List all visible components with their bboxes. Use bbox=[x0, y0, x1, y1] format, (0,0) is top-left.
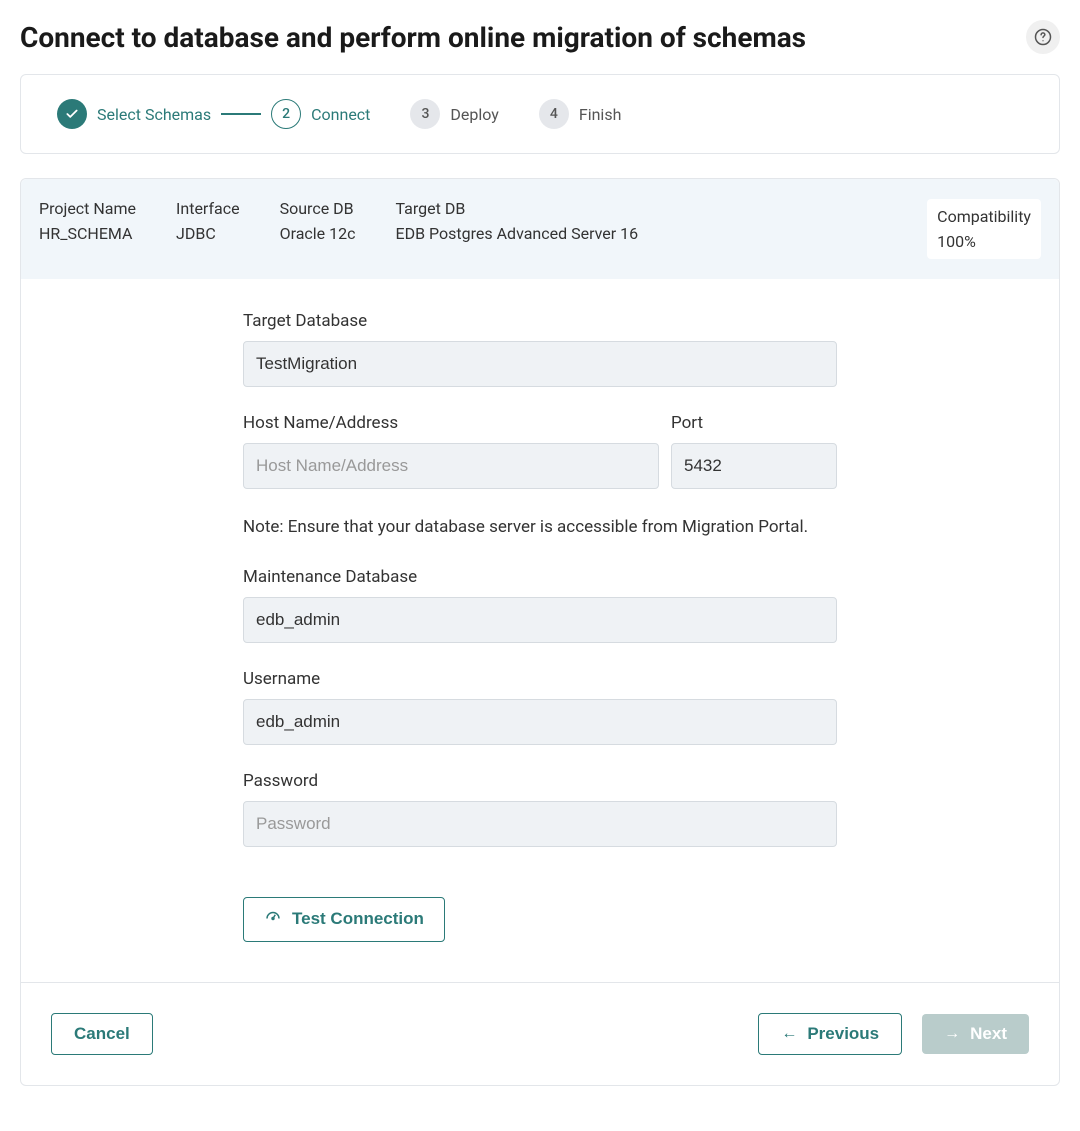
check-icon bbox=[57, 99, 87, 129]
username-input[interactable] bbox=[243, 699, 837, 745]
step-label: Connect bbox=[311, 105, 370, 124]
gauge-icon bbox=[264, 908, 282, 931]
summary-value: JDBC bbox=[176, 224, 240, 243]
summary-project-name: Project Name HR_SCHEMA bbox=[39, 199, 136, 259]
next-button[interactable]: → Next bbox=[922, 1014, 1029, 1054]
summary-bar: Project Name HR_SCHEMA Interface JDBC So… bbox=[21, 179, 1059, 279]
cancel-label: Cancel bbox=[74, 1024, 130, 1044]
step-label: Deploy bbox=[450, 105, 498, 124]
test-connection-button[interactable]: Test Connection bbox=[243, 897, 445, 942]
summary-source-db: Source DB Oracle 12c bbox=[280, 199, 356, 259]
step-select-schemas[interactable]: Select Schemas bbox=[57, 99, 211, 129]
summary-compatibility: Compatibility 100% bbox=[927, 199, 1041, 259]
help-icon[interactable] bbox=[1026, 20, 1060, 54]
note-text: Note: Ensure that your database server i… bbox=[243, 515, 837, 541]
previous-button[interactable]: ← Previous bbox=[758, 1013, 902, 1055]
step-label: Finish bbox=[579, 105, 622, 124]
summary-label: Project Name bbox=[39, 199, 136, 218]
summary-value: HR_SCHEMA bbox=[39, 224, 136, 243]
step-deploy: 3 Deploy bbox=[410, 99, 498, 129]
step-number: 4 bbox=[539, 99, 569, 129]
maintenance-database-input[interactable] bbox=[243, 597, 837, 643]
footer-actions: Cancel ← Previous → Next bbox=[21, 982, 1059, 1085]
step-number: 3 bbox=[410, 99, 440, 129]
username-label: Username bbox=[243, 669, 837, 689]
cancel-button[interactable]: Cancel bbox=[51, 1013, 153, 1055]
step-finish: 4 Finish bbox=[539, 99, 622, 129]
step-label: Select Schemas bbox=[97, 105, 211, 124]
previous-label: Previous bbox=[807, 1024, 879, 1044]
summary-label: Compatibility bbox=[937, 207, 1031, 226]
password-input[interactable] bbox=[243, 801, 837, 847]
host-input[interactable] bbox=[243, 443, 659, 489]
summary-value: EDB Postgres Advanced Server 16 bbox=[396, 224, 639, 243]
summary-label: Source DB bbox=[280, 199, 356, 218]
summary-target-db: Target DB EDB Postgres Advanced Server 1… bbox=[396, 199, 639, 259]
maintenance-database-label: Maintenance Database bbox=[243, 567, 837, 587]
summary-value: 100% bbox=[937, 232, 1031, 251]
next-label: Next bbox=[970, 1024, 1007, 1044]
password-label: Password bbox=[243, 771, 837, 791]
page-title: Connect to database and perform online m… bbox=[20, 21, 806, 54]
test-connection-label: Test Connection bbox=[292, 909, 424, 929]
host-label: Host Name/Address bbox=[243, 413, 659, 433]
summary-value: Oracle 12c bbox=[280, 224, 356, 243]
step-number: 2 bbox=[271, 99, 301, 129]
stepper-card: Select Schemas 2 Connect 3 Deploy 4 Fini… bbox=[20, 74, 1060, 154]
arrow-left-icon: ← bbox=[781, 1025, 797, 1043]
port-input[interactable] bbox=[671, 443, 837, 489]
summary-label: Interface bbox=[176, 199, 240, 218]
summary-label: Target DB bbox=[396, 199, 639, 218]
target-database-label: Target Database bbox=[243, 311, 837, 331]
main-card: Project Name HR_SCHEMA Interface JDBC So… bbox=[20, 178, 1060, 1086]
step-connect[interactable]: 2 Connect bbox=[271, 99, 370, 129]
step-connector bbox=[221, 113, 261, 115]
port-label: Port bbox=[671, 413, 837, 433]
summary-interface: Interface JDBC bbox=[176, 199, 240, 259]
target-database-input[interactable] bbox=[243, 341, 837, 387]
arrow-right-icon: → bbox=[944, 1025, 960, 1043]
